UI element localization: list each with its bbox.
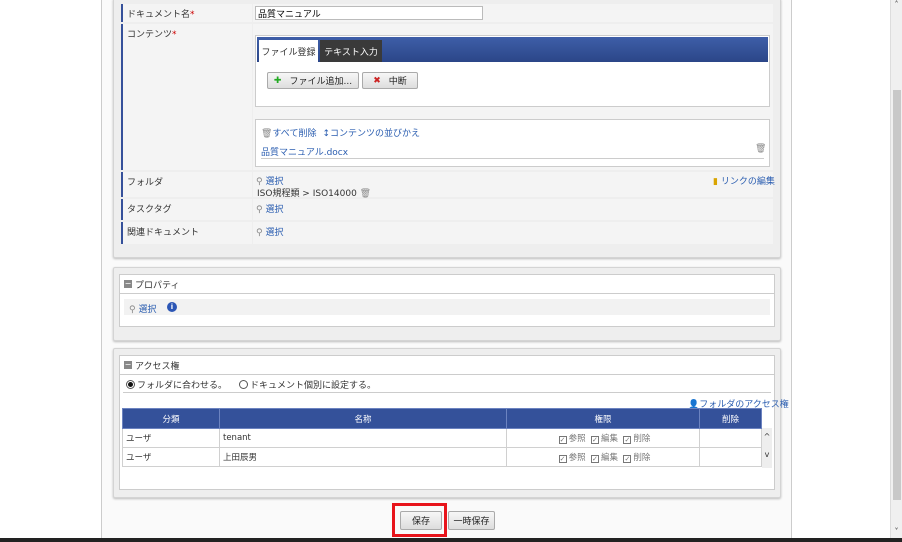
page-scrollbar[interactable]: ˄ ˅ — [890, 0, 902, 542]
contents-label: コンテンツ* — [121, 24, 252, 170]
trash-icon[interactable]: 🗑 — [360, 189, 371, 199]
col-type: 分類 — [122, 408, 220, 429]
folder-label: フォルダ — [121, 172, 252, 197]
label-text: コンテンツ — [127, 30, 173, 40]
col-name: 名称 — [219, 408, 507, 429]
cancel-upload-button[interactable]: ✖ 中断 — [362, 72, 418, 89]
required-mark: * — [172, 30, 177, 40]
table-row: ユーザ 上田辰男 ✓ 参照 ✓ 編集 ✓ 削除 — [122, 447, 762, 467]
folder-path: ISO規程類 > ISO14000 🗑 — [257, 186, 371, 199]
properties-row — [124, 299, 770, 315]
cell-name: tenant — [219, 428, 507, 448]
col-delete: 削除 — [699, 408, 762, 429]
sort-arrows-icon: ↕ — [322, 129, 330, 139]
perm-edit[interactable]: ✓ 編集 — [590, 453, 618, 463]
temp-save-button[interactable]: 一時保存 — [448, 511, 495, 530]
label-text: ドキュメント名 — [127, 10, 191, 20]
x-icon: ✖ — [373, 75, 381, 86]
tasktag-label: タスクタグ — [121, 199, 252, 220]
perm-view[interactable]: ✓ 参照 — [558, 453, 586, 463]
chevron-down-icon[interactable]: v — [762, 446, 772, 464]
perm-delete[interactable]: ✓ 削除 — [623, 434, 650, 444]
related-select-link[interactable]: ⚲ 選択 — [256, 225, 283, 238]
properties-header[interactable]: − プロパティ — [120, 275, 774, 294]
collapse-icon[interactable]: − — [124, 280, 132, 288]
link-text: コンテンツの並びかえ — [330, 129, 421, 139]
radio-label: ドキュメント個別に設定する。 — [250, 381, 377, 391]
doc-name-label: ドキュメント名* — [121, 4, 252, 22]
tab-label: ファイル登録 — [261, 47, 316, 58]
button-label: 中断 — [388, 77, 407, 87]
table-scrollbar[interactable]: ^ v — [762, 428, 772, 468]
perm-edit[interactable]: ✓ 編集 — [590, 434, 618, 444]
link-text: すべて削除 — [272, 129, 317, 139]
access-header[interactable]: − アクセス権 — [120, 356, 774, 375]
required-mark: * — [190, 10, 195, 20]
radio-folder[interactable]: フォルダに合わせる。 — [126, 378, 227, 391]
save-button[interactable]: 保存 — [400, 511, 442, 530]
table-row: ユーザ tenant ✓ 参照 ✓ 編集 ✓ 削除 — [122, 428, 762, 448]
access-table: 分類 名称 権限 削除 ユーザ tenant ✓ 参照 ✓ 編集 ✓ 削除 ユーザ 上… — [122, 408, 762, 467]
related-doc-label: 関連ドキュメント — [121, 222, 252, 244]
perm-delete[interactable]: ✓ 削除 — [623, 453, 650, 463]
perm-view[interactable]: ✓ 参照 — [558, 434, 586, 444]
delete-file-icon[interactable]: 🗑 — [755, 144, 766, 154]
chevron-up-icon[interactable]: ^ — [762, 428, 772, 446]
cell-type: ユーザ — [122, 447, 220, 467]
link-text: リンクの編集 — [720, 177, 775, 187]
doc-name-input[interactable] — [255, 6, 483, 20]
button-label: ファイル追加... — [289, 77, 353, 87]
file-actions: 🗑すべて削除 ↕コンテンツの並びかえ — [261, 126, 420, 139]
link-text: 選択 — [265, 205, 284, 215]
link-icon: ▮ — [713, 177, 718, 187]
scroll-thumb[interactable] — [893, 90, 901, 500]
section-title: プロパティ — [135, 280, 180, 291]
cell-delete — [699, 428, 762, 448]
radio-unchecked[interactable] — [239, 380, 249, 389]
link-text: 選択 — [138, 305, 157, 315]
path-text: ISO規程類 > ISO14000 — [257, 189, 357, 199]
col-permission: 権限 — [506, 408, 700, 429]
collapse-icon[interactable]: − — [124, 361, 132, 369]
tab-text-input[interactable]: テキスト入力 — [320, 40, 382, 62]
info-icon[interactable]: i — [167, 302, 177, 312]
reorder-link[interactable]: ↕コンテンツの並びかえ — [322, 126, 420, 139]
plus-icon: ✚ — [273, 75, 282, 86]
label-text: 関連ドキュメント — [127, 228, 200, 238]
cell-permissions: ✓ 参照 ✓ 編集 ✓ 削除 — [506, 428, 700, 448]
tasktag-cell — [253, 199, 773, 220]
cell-delete — [699, 447, 762, 467]
tab-label: テキスト入力 — [324, 47, 378, 58]
properties-select-link[interactable]: ⚲ 選択 — [129, 302, 156, 315]
radio-individual[interactable]: ドキュメント個別に設定する。 — [239, 378, 376, 391]
tasktag-select-link[interactable]: ⚲ 選択 — [256, 202, 283, 215]
cell-permissions: ✓ 参照 ✓ 編集 ✓ 削除 — [506, 447, 700, 467]
related-doc-cell — [253, 222, 773, 244]
access-mode-radios: フォルダに合わせる。 ドキュメント個別に設定する。 — [126, 378, 376, 391]
cell-name: 上田辰男 — [219, 447, 507, 467]
add-file-button[interactable]: ✚ ファイル追加... — [267, 72, 359, 89]
trash-icon: 🗑 — [261, 129, 273, 139]
button-label: 一時保存 — [453, 517, 490, 527]
scroll-up-icon[interactable]: ˄ — [891, 0, 902, 9]
file-link[interactable]: 品質マニュアル.docx — [261, 145, 348, 158]
label-text: フォルダ — [127, 178, 164, 188]
label-text: タスクタグ — [127, 205, 172, 215]
radio-label: フォルダに合わせる。 — [137, 381, 228, 391]
section-title: アクセス権 — [135, 361, 180, 372]
divider — [123, 392, 771, 393]
scroll-down-icon[interactable]: ˅ — [891, 527, 902, 536]
radio-checked[interactable] — [126, 380, 135, 389]
edit-link-link[interactable]: ▮ リンクの編集 — [713, 174, 775, 187]
divider — [261, 158, 764, 159]
link-text: 選択 — [265, 228, 284, 238]
tab-file-register[interactable]: ファイル登録 — [259, 40, 318, 62]
delete-all-link[interactable]: 🗑すべて削除 — [261, 126, 316, 139]
bottom-border — [0, 538, 902, 542]
cell-type: ユーザ — [122, 428, 220, 448]
button-label: 保存 — [411, 517, 430, 527]
